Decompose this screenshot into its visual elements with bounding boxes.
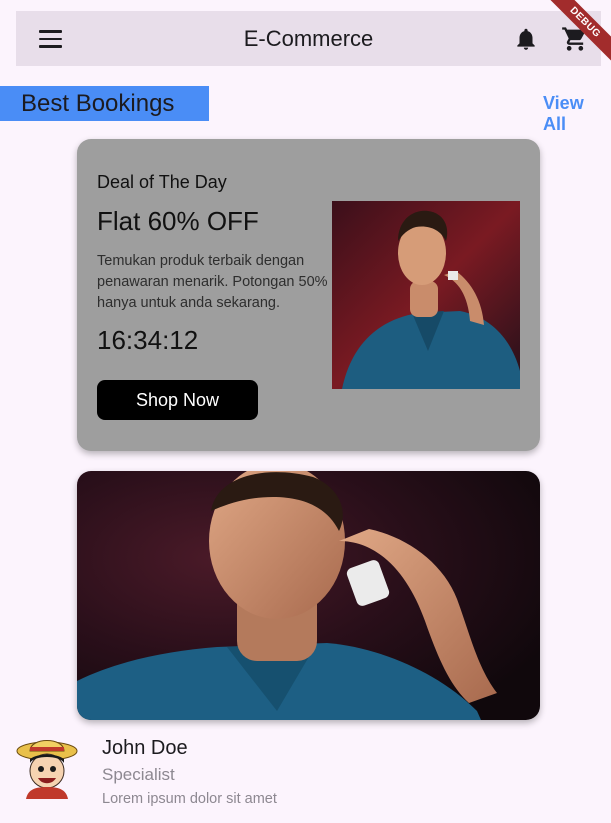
avatar[interactable] — [16, 733, 78, 799]
section-title: Best Bookings — [0, 86, 209, 121]
countdown-timer: 16:34:12 — [97, 325, 199, 355]
shopping-cart-icon[interactable] — [561, 25, 589, 53]
featured-banner-image[interactable] — [77, 471, 540, 720]
view-all-link[interactable]: View All — [543, 93, 611, 135]
shop-now-button[interactable]: Shop Now — [97, 380, 258, 420]
deal-product-image — [332, 201, 520, 389]
notifications-icon[interactable] — [513, 26, 539, 52]
status-strip — [0, 0, 611, 2]
deal-subtitle: Deal of The Day — [97, 172, 227, 192]
profile-role: Specialist — [102, 765, 175, 784]
deal-card: Deal of The Day Flat 60% OFF Temukan pro… — [77, 139, 540, 451]
profile-description: Lorem ipsum dolor sit amet — [102, 791, 277, 807]
profile-name: John Doe — [102, 737, 188, 759]
deal-description: Temukan produk terbaik dengan penawaran … — [97, 253, 328, 311]
deal-headline: Flat 60% OFF — [97, 206, 259, 236]
app-bar: E-Commerce — [16, 11, 601, 66]
